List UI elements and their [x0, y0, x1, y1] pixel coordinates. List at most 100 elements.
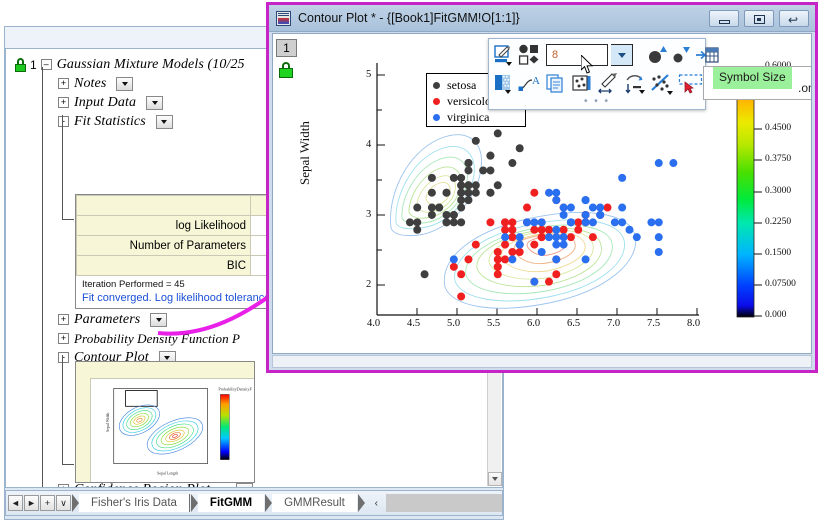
maximize-button[interactable]: [744, 10, 774, 27]
data-point: [516, 248, 524, 256]
dropdown-input-data[interactable]: [146, 96, 163, 110]
data-point: [516, 144, 524, 152]
chevron-down-icon[interactable]: [506, 62, 512, 66]
data-point: [508, 248, 516, 256]
data-point: [508, 218, 516, 226]
tab-scroll-left-button[interactable]: ‹: [370, 498, 383, 509]
data-point: [457, 270, 465, 278]
sheet-list-button[interactable]: ∨: [56, 495, 71, 511]
data-point: [472, 137, 480, 145]
data-point: [450, 211, 458, 219]
data-point: [530, 218, 538, 226]
dropdown-fit-statistics[interactable]: [156, 115, 173, 129]
colorbar-tick-label: 0.3750: [765, 154, 791, 164]
layer-1-button[interactable]: 1: [276, 39, 297, 57]
data-point: [443, 211, 451, 219]
y-axis-title: Sepal Width: [297, 121, 313, 185]
data-point: [413, 218, 421, 226]
data-point: [486, 189, 494, 197]
symbol-shape-gallery-icon[interactable]: [518, 44, 542, 66]
data-point: [457, 218, 465, 226]
minimize-button[interactable]: [709, 10, 739, 27]
edit-range-icon[interactable]: [598, 73, 620, 95]
contour-plot-horizontal-scrollbar[interactable]: [272, 355, 812, 368]
decrease-symbol-size-icon[interactable]: [671, 44, 691, 66]
row-label-number-of-parameters: Number of Parameters: [77, 236, 251, 256]
chevron-down-icon[interactable]: [505, 90, 511, 94]
data-point: [494, 255, 502, 263]
data-point: [443, 218, 451, 226]
data-point: [655, 218, 663, 226]
add-label-icon[interactable]: A: [518, 73, 542, 95]
svg-text:ProbabilityDensityFunction: ProbabilityDensityFunction: [218, 386, 252, 391]
scatter-style-icon[interactable]: [650, 73, 674, 95]
dropdown-confidence-region-plot[interactable]: [236, 483, 253, 489]
increase-symbol-size-icon[interactable]: [647, 44, 667, 66]
data-point: [501, 226, 509, 234]
chevron-down-icon[interactable]: [639, 90, 645, 94]
window-controls: ↩: [709, 10, 809, 27]
fill-pattern-icon[interactable]: [494, 73, 514, 95]
add-sheet-button[interactable]: +: [40, 495, 55, 511]
legend-entry-virginica: virginica: [433, 109, 519, 125]
sheet-tab-bar: ◄ ► + ∨ Fisher's Iris Data FitGMM GMMRes…: [5, 490, 503, 516]
tree-connector-contour: [62, 355, 63, 465]
select-data-region-icon[interactable]: [678, 73, 704, 95]
expander-pdf-plot[interactable]: +: [58, 333, 69, 344]
data-point: [464, 189, 472, 197]
data-point: [552, 241, 560, 249]
expander-contour-plot[interactable]: -: [58, 352, 69, 363]
mini-floating-toolbar[interactable]: 8: [488, 38, 706, 110]
restore-button[interactable]: ↩: [779, 10, 809, 27]
data-point: [574, 226, 582, 234]
contour-plot-thumbnail[interactable]: ProbabilityDensityFunction Sepal Length …: [92, 380, 252, 480]
contour-plot-thumbnail-container[interactable]: ProbabilityDensityFunction Sepal Length …: [75, 361, 255, 483]
dropdown-notes[interactable]: [116, 77, 133, 91]
data-points: [406, 115, 677, 301]
colorbar-tick-label: 0.000: [765, 310, 786, 320]
expander-notes[interactable]: +: [58, 78, 69, 89]
dropdown-parameters[interactable]: [150, 313, 167, 327]
expander-confidence-region-plot[interactable]: +: [58, 484, 69, 488]
expander-input-data[interactable]: +: [58, 97, 69, 108]
chevron-down-icon[interactable]: [667, 91, 673, 95]
toolbar-overflow-dots[interactable]: • • •: [489, 97, 705, 108]
expander-parameters[interactable]: +: [58, 314, 69, 325]
plot-details-icon[interactable]: [572, 73, 594, 95]
colorbar-tick-label: 0.3000: [765, 186, 791, 196]
symbol-size-field[interactable]: 8: [546, 44, 608, 66]
data-point: [669, 159, 677, 167]
row-label-log-likelihood: log Likelihood: [77, 216, 251, 236]
data-point: [472, 241, 480, 249]
data-point: [472, 189, 480, 197]
legend-marker-virginica: [433, 114, 440, 121]
symbol-size-dropdown[interactable]: [611, 44, 633, 66]
data-point: [450, 255, 458, 263]
sheet-tab-fishers-iris-data[interactable]: Fisher's Iris Data: [79, 494, 190, 512]
sheet-tab-fitgmm[interactable]: FitGMM: [198, 494, 264, 512]
tree-item-parameters[interactable]: + Parameters: [14, 310, 167, 329]
tab-prev-button[interactable]: ◄: [8, 495, 23, 511]
sheet-tab-gmmresult[interactable]: GMMResult: [272, 494, 357, 512]
swap-axes-icon[interactable]: [624, 73, 646, 95]
tree-label-pdf-plot: Probability Density Function P: [74, 331, 240, 347]
thumbnail-svg: ProbabilityDensityFunction Sepal Length …: [92, 380, 252, 480]
tree-item-pdf-plot[interactable]: + Probability Density Function P: [14, 329, 240, 348]
go-to-worksheet-icon[interactable]: [695, 44, 719, 66]
tree-connector-contour-h: [62, 464, 74, 465]
tree-label-fit-statistics: Fit Statistics: [74, 114, 146, 130]
green-lock-icon[interactable]: [14, 58, 27, 72]
data-point: [516, 241, 524, 249]
expander-fit-statistics[interactable]: -: [58, 116, 69, 127]
tab-next-button[interactable]: ►: [24, 495, 39, 511]
data-point: [633, 233, 641, 241]
symbol-size-tooltip: Symbol Size: [713, 67, 792, 89]
green-lock-icon[interactable]: [278, 62, 294, 78]
copy-format-icon[interactable]: [546, 73, 568, 95]
colorbar-tick-label: 0.4500: [765, 123, 791, 133]
x-tick-label: 6.5: [567, 318, 580, 329]
tree-connector-main: [42, 67, 43, 488]
data-point: [538, 218, 546, 226]
edit-symbol-color-icon[interactable]: [494, 44, 514, 66]
scroll-down-button[interactable]: [488, 472, 502, 486]
